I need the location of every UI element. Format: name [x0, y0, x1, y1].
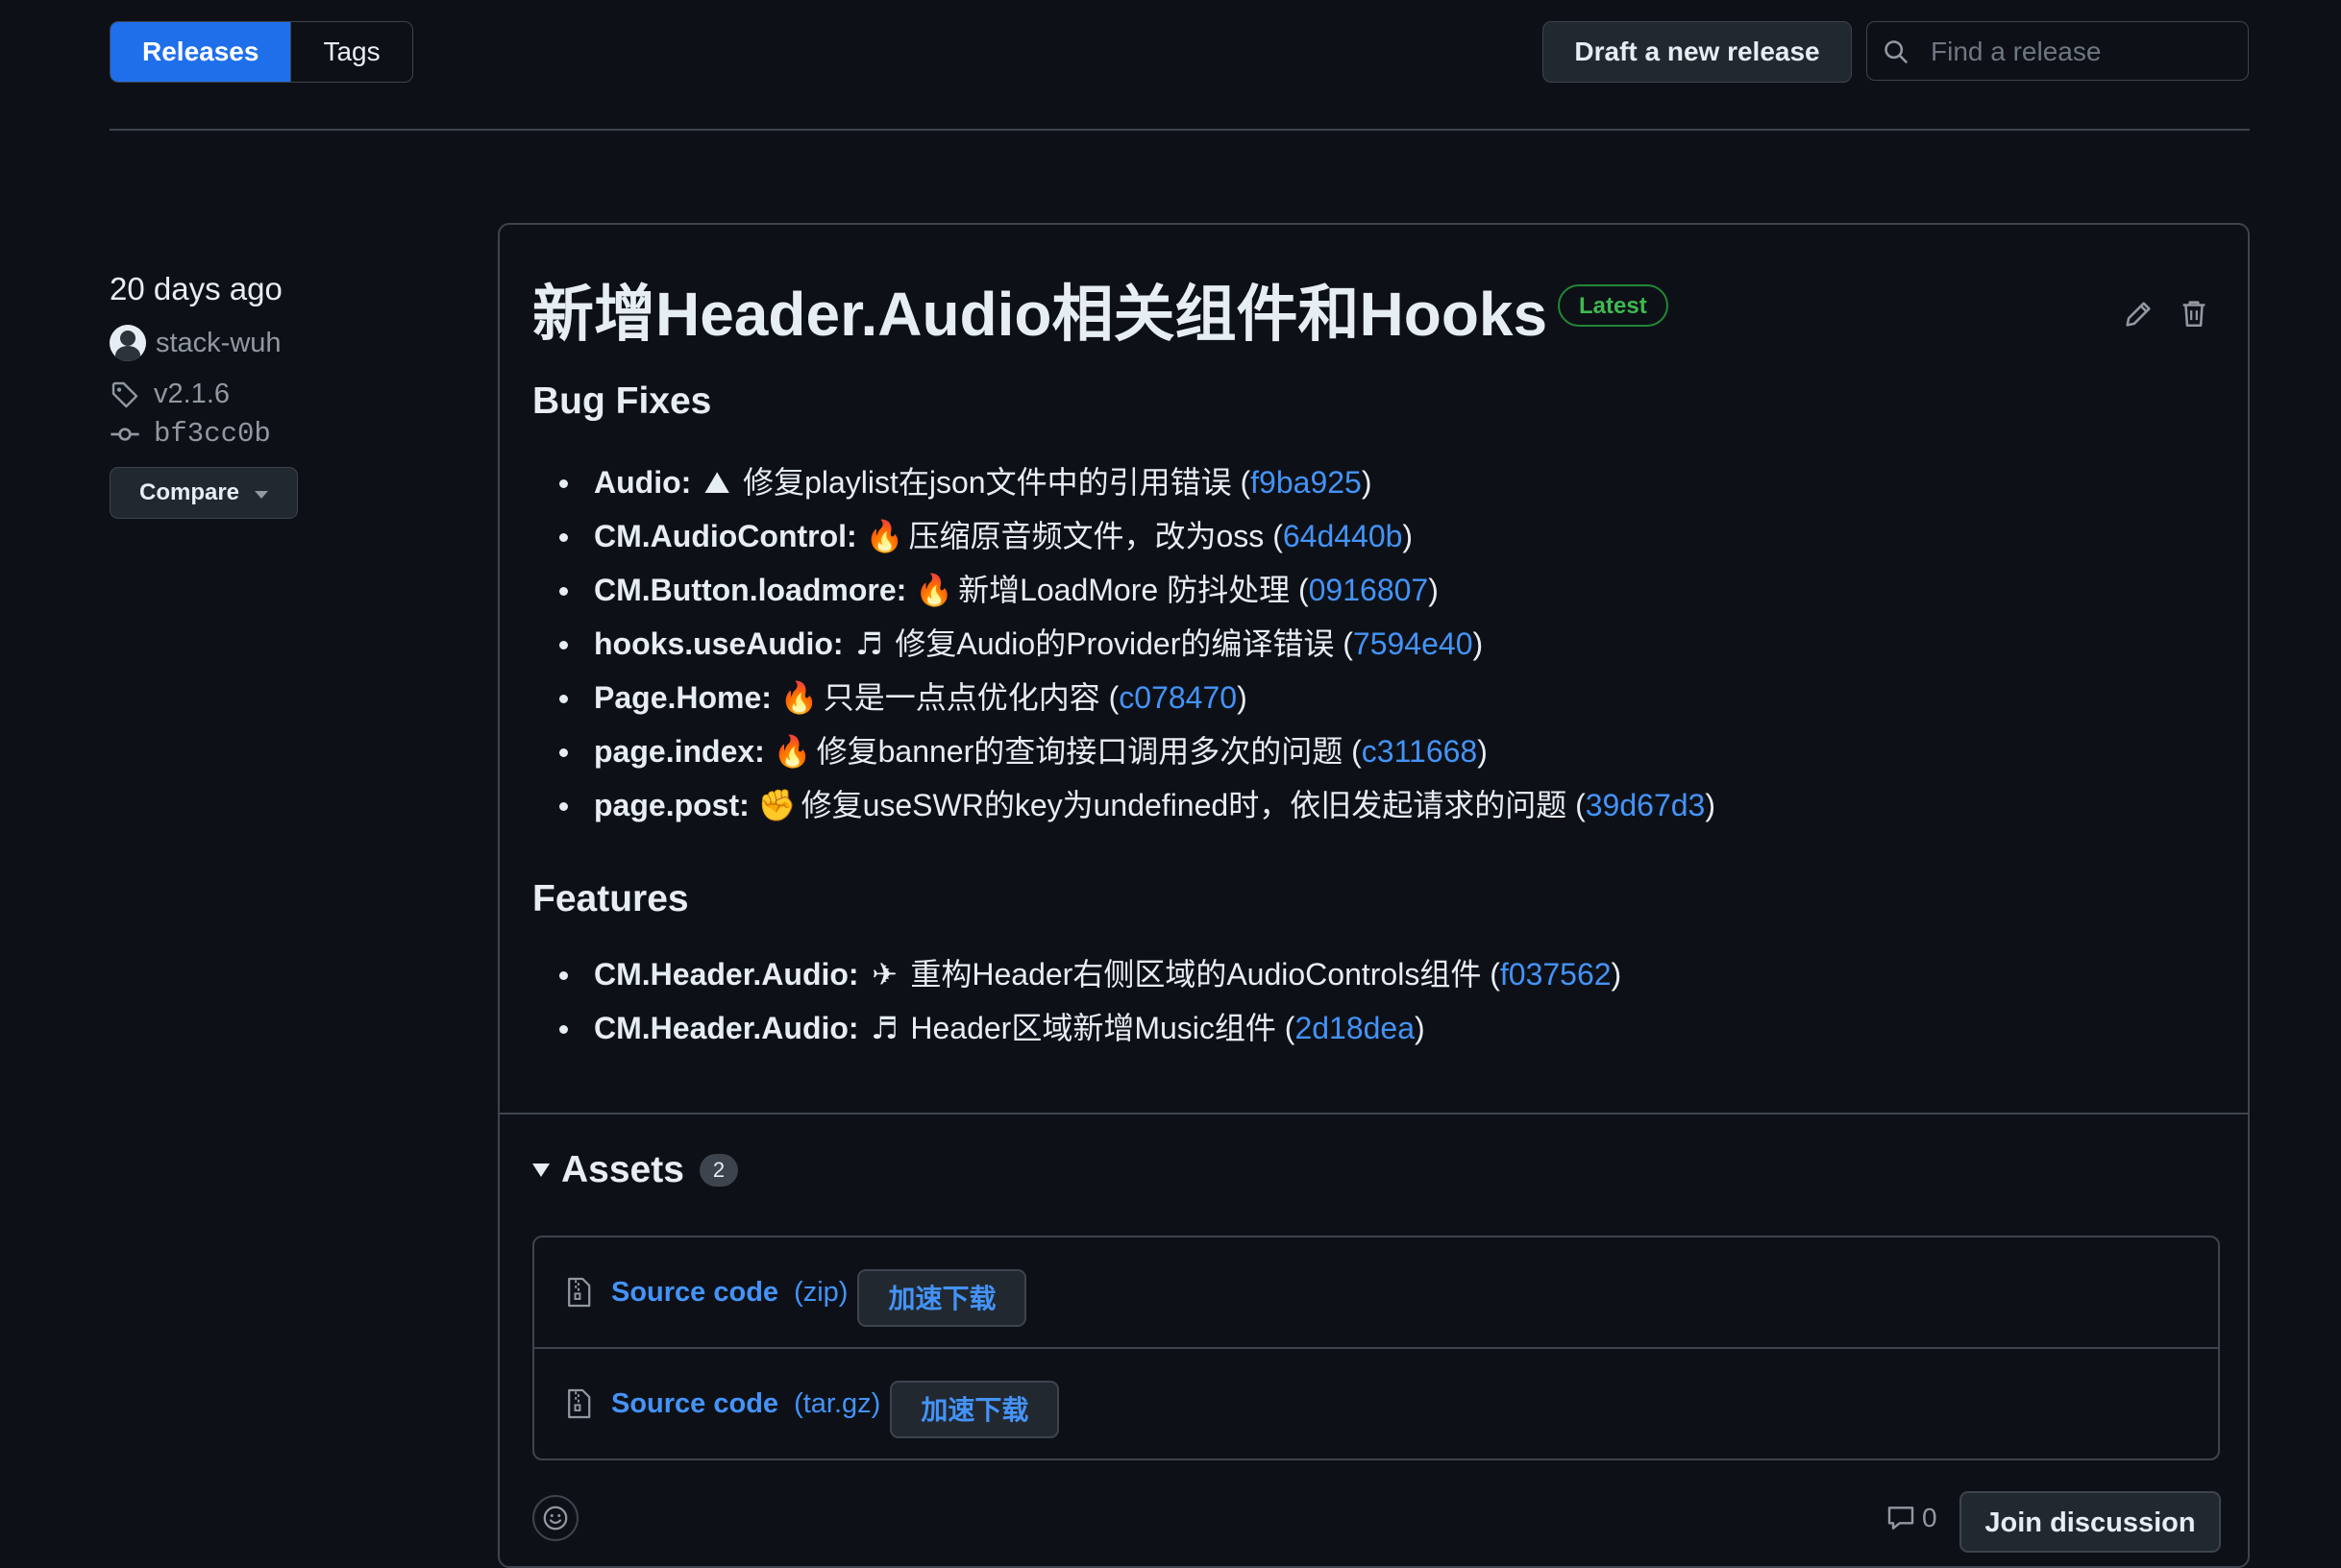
commit-hash-link[interactable]: 2d18dea	[1294, 1011, 1415, 1045]
list-item: CM.Header.Audio: ✈ 重构Header右侧区域的AudioCon…	[532, 947, 1621, 1001]
commit-message: 修复playlist在json文件中的引用错误	[743, 465, 1232, 500]
list-item: hooks.useAudio: ♬ 修复Audio的Provider的编译错误 …	[532, 617, 1715, 671]
compare-button[interactable]: Compare	[110, 467, 298, 519]
fire-icon: 🔥	[773, 733, 812, 770]
asset-row: Source code (zip) 加速下载	[534, 1237, 2218, 1347]
assets-divider	[500, 1113, 2248, 1115]
commit-hash-link[interactable]: 39d67d3	[1586, 788, 1706, 822]
commit-scope: CM.Header.Audio:	[594, 957, 859, 992]
file-zip-icon	[568, 1277, 591, 1308]
commit-message: 只是一点点优化内容	[823, 680, 1100, 715]
release-meta: 20 days ago stack-wuh v2.1.6 bf3cc0b Com…	[110, 271, 427, 519]
release-date: 20 days ago	[110, 271, 283, 306]
release-card: 新增Header.Audio相关组件和Hooks Latest Bug Fixe…	[498, 223, 2250, 1568]
tab-tags[interactable]: Tags	[290, 22, 411, 82]
releases-tags-switch: Releases Tags	[110, 21, 413, 83]
release-title[interactable]: 新增Header.Audio相关组件和Hooks	[532, 265, 1547, 354]
draft-release-button[interactable]: Draft a new release	[1542, 21, 1852, 83]
airplane-icon: ✈	[872, 956, 898, 992]
list-item: page.index: 🔥 修复banner的查询接口调用多次的问题 (c311…	[532, 724, 1715, 778]
tab-releases[interactable]: Releases	[111, 22, 291, 82]
list-item: Page.Home: 🔥 只是一点点优化内容 (c078470)	[532, 671, 1715, 724]
commit-scope: Page.Home:	[594, 680, 772, 715]
list-item: CM.AudioControl: 🔥 压缩原音频文件，改为oss (64d440…	[532, 509, 1715, 563]
asset-extension: (tar.gz)	[794, 1387, 881, 1419]
commit-scope: CM.Button.loadmore:	[594, 573, 907, 607]
commit-scope: hooks.useAudio:	[594, 626, 844, 661]
commit-scope: CM.Header.Audio:	[594, 1011, 859, 1045]
avatar	[110, 325, 146, 361]
accelerated-download-button[interactable]: 加速下载	[857, 1269, 1027, 1327]
assets-toggle[interactable]: Assets 2	[532, 1149, 739, 1191]
search-icon	[1885, 40, 1908, 63]
comment-icon	[1887, 1507, 1914, 1530]
commit-link[interactable]: bf3cc0b	[110, 418, 427, 450]
commit-scope: CM.AudioControl:	[594, 519, 857, 553]
commit-hash-link[interactable]: f9ba925	[1250, 465, 1362, 500]
tag-link[interactable]: v2.1.6	[110, 379, 427, 410]
asset-download-link[interactable]: Source code	[611, 1277, 778, 1309]
list-item: CM.Header.Audio: ♬ Header区域新增Music组件 (2d…	[532, 1001, 1621, 1055]
accelerated-download-button[interactable]: 加速下载	[890, 1381, 1060, 1438]
find-release-search[interactable]	[1866, 21, 2249, 82]
commit-scope: Audio:	[594, 465, 692, 500]
features-list: CM.Header.Audio: ✈ 重构Header右侧区域的AudioCon…	[532, 947, 1621, 1055]
triangle-down-icon	[532, 1164, 550, 1177]
latest-badge: Latest	[1558, 284, 1668, 327]
trash-icon[interactable]	[2178, 296, 2210, 331]
commit-hash-link[interactable]: c078470	[1119, 680, 1237, 715]
commit-hash[interactable]: bf3cc0b	[154, 418, 271, 450]
join-discussion-button[interactable]: Join discussion	[1959, 1491, 2221, 1553]
tag-icon	[111, 381, 138, 407]
commit-hash-link[interactable]: 7594e40	[1353, 626, 1473, 661]
asset-extension: (zip)	[794, 1276, 849, 1308]
fire-icon: 🔥	[779, 679, 819, 716]
search-input[interactable]	[1929, 22, 2240, 82]
assets-list: Source code (zip) 加速下载 Source code (tar.…	[532, 1236, 2220, 1460]
fire-icon: 🔥	[915, 572, 954, 608]
commit-scope: page.post:	[594, 788, 750, 822]
mountain-icon: ⛰	[703, 464, 730, 501]
commit-icon	[111, 427, 139, 441]
commit-message: 修复useSWR的key为undefined时，依旧发起请求的问题	[801, 788, 1567, 822]
chevron-down-icon	[255, 490, 269, 499]
add-reaction-button[interactable]	[532, 1495, 579, 1541]
commit-message: 新增LoadMore 防抖处理	[958, 573, 1291, 607]
file-zip-icon	[568, 1388, 591, 1419]
smiley-icon	[543, 1506, 568, 1531]
assets-heading: Assets	[561, 1149, 684, 1190]
list-item: page.post: ✊ 修复useSWR的key为undefined时，依旧发…	[532, 778, 1715, 832]
asset-download-link[interactable]: Source code	[611, 1388, 778, 1420]
commit-hash-link[interactable]: 0916807	[1309, 573, 1429, 607]
commit-hash-link[interactable]: c311668	[1362, 734, 1477, 769]
asset-row: Source code (tar.gz) 加速下载	[534, 1347, 2218, 1458]
commit-message: 修复Audio的Provider的编译错误	[895, 626, 1335, 661]
pencil-icon[interactable]	[2122, 298, 2155, 331]
commit-message: 压缩原音频文件，改为oss	[908, 519, 1265, 553]
tag-name[interactable]: v2.1.6	[154, 379, 230, 410]
commit-message: 重构Header右侧区域的AudioControls组件	[910, 957, 1482, 992]
commit-scope: page.index:	[594, 734, 765, 769]
list-item: CM.Button.loadmore: 🔥 新增LoadMore 防抖处理 (0…	[532, 563, 1715, 617]
commit-hash-link[interactable]: f037562	[1500, 957, 1612, 992]
commit-message: 修复banner的查询接口调用多次的问题	[816, 734, 1343, 769]
list-item: Audio: ⛰ 修复playlist在json文件中的引用错误 (f9ba92…	[532, 455, 1715, 509]
compare-label: Compare	[138, 479, 240, 505]
music-note-icon: ♬	[871, 1010, 899, 1046]
music-note-icon: ♬	[855, 625, 883, 662]
comment-count-value: 0	[1922, 1503, 1937, 1532]
bug-fixes-heading: Bug Fixes	[532, 380, 712, 422]
assets-count-badge: 2	[699, 1154, 739, 1187]
features-heading: Features	[532, 878, 689, 919]
bug-fixes-list: Audio: ⛰ 修复playlist在json文件中的引用错误 (f9ba92…	[532, 455, 1715, 832]
commit-hash-link[interactable]: 64d440b	[1283, 519, 1403, 553]
commit-message: Header区域新增Music组件	[910, 1011, 1276, 1045]
author-link[interactable]: stack-wuh	[110, 325, 427, 361]
releases-toolbar: Releases Tags Draft a new release	[110, 21, 2250, 83]
fire-icon: 🔥	[865, 518, 904, 554]
header-divider	[110, 129, 2250, 131]
fist-icon: ✊	[757, 787, 797, 823]
comment-count[interactable]: 0	[1885, 1503, 1937, 1533]
author-name[interactable]: stack-wuh	[156, 328, 282, 359]
